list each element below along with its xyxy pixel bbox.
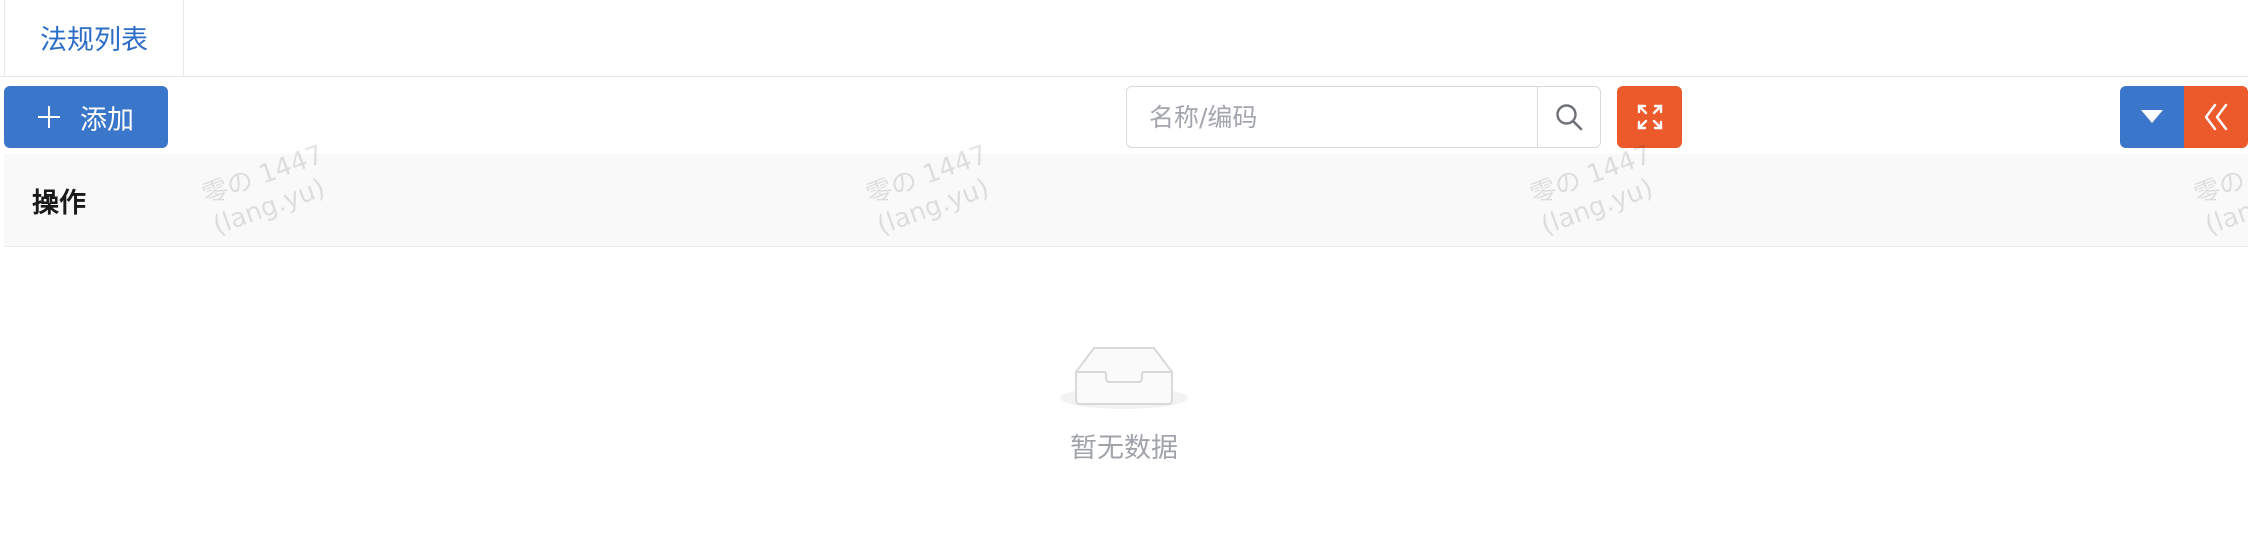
fullscreen-button[interactable] <box>1617 86 1682 148</box>
caret-down-icon <box>2141 110 2163 123</box>
double-chevron-left-icon <box>2204 103 2228 131</box>
fullscreen-icon <box>1637 104 1662 130</box>
empty-state-text: 暂无数据 <box>1070 433 1178 464</box>
search-box <box>1126 86 1601 148</box>
plus-icon <box>38 106 60 128</box>
tab-bar: 法规列表 <box>0 0 2248 77</box>
tab-regulation-list[interactable]: 法规列表 <box>4 0 184 76</box>
add-button-label: 添加 <box>80 104 134 136</box>
tab-label: 法规列表 <box>40 25 148 56</box>
search-input[interactable] <box>1127 87 1537 147</box>
column-header-operations: 操作 <box>32 187 86 219</box>
dropdown-toggle-button[interactable] <box>2120 86 2184 148</box>
collapse-panel-button[interactable] <box>2184 86 2248 148</box>
add-button[interactable]: 添加 <box>4 86 168 148</box>
empty-inbox-icon <box>1060 347 1188 409</box>
search-icon <box>1556 104 1583 131</box>
table-header: 操作 <box>4 154 2248 247</box>
search-button[interactable] <box>1537 87 1600 147</box>
